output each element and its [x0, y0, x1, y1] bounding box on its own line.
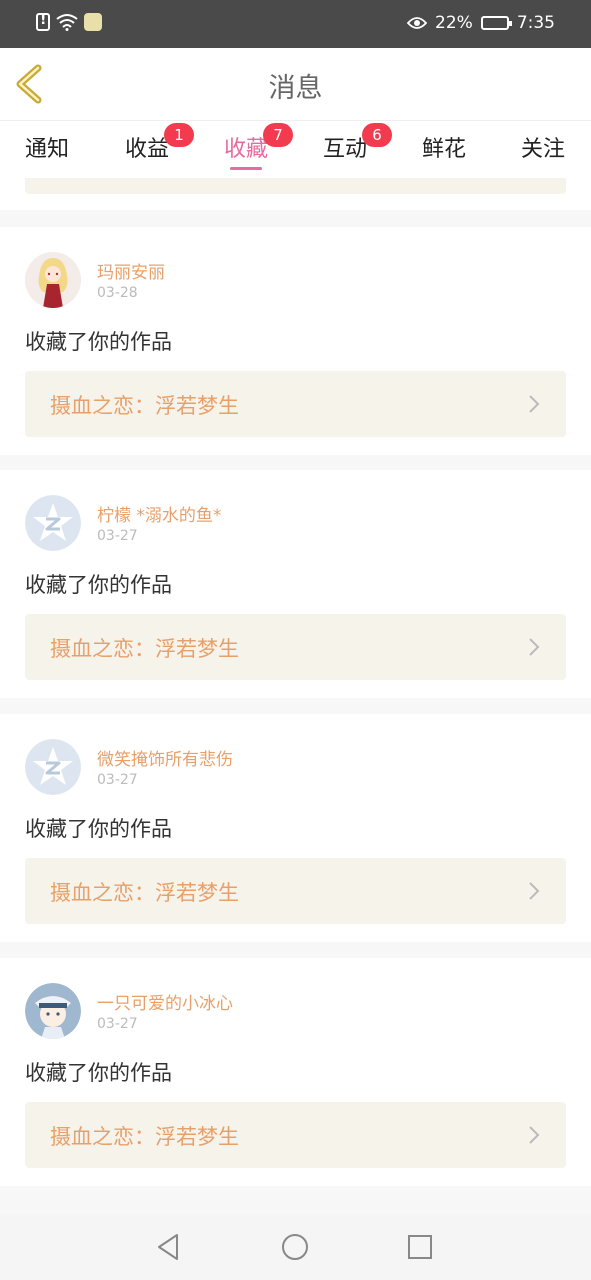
username[interactable]: 一只可爱的小冰心 [97, 989, 233, 1014]
avatar[interactable] [25, 495, 81, 551]
message-list: 玛丽安丽 03-28 收藏了你的作品 摄血之恋：浮若梦生 柠檬 *溺水的鱼* 0… [0, 178, 591, 1214]
username[interactable]: 柠檬 *溺水的鱼* [97, 501, 221, 526]
tab-favorites[interactable]: 收藏 7 [196, 123, 296, 170]
battery-percent: 22% [435, 13, 473, 33]
work-link[interactable]: 摄血之恋：浮若梦生 [25, 614, 566, 680]
back-triangle-icon[interactable] [153, 1231, 185, 1263]
list-item: 玛丽安丽 03-28 收藏了你的作品 摄血之恋：浮若梦生 [0, 227, 591, 455]
username[interactable]: 玛丽安丽 [97, 258, 165, 283]
date: 03-27 [97, 772, 138, 788]
badge-interactions: 6 [362, 123, 392, 147]
chevron-right-icon [529, 1126, 540, 1144]
active-tab-indicator [230, 167, 262, 170]
work-title: 摄血之恋：浮若梦生 [50, 1125, 239, 1149]
date: 03-27 [97, 1016, 138, 1032]
list-item: 微笑掩饰所有悲伤 03-27 收藏了你的作品 摄血之恋：浮若梦生 [0, 714, 591, 942]
action-text: 收藏了你的作品 [25, 817, 172, 841]
username[interactable]: 微笑掩饰所有悲伤 [97, 745, 233, 770]
work-link[interactable]: 摄血之恋：浮若梦生 [25, 858, 566, 924]
date: 03-28 [97, 285, 138, 301]
chevron-right-icon [529, 882, 540, 900]
work-link[interactable]: 摄血之恋：浮若梦生 [25, 371, 566, 437]
work-title: 摄血之恋：浮若梦生 [50, 394, 239, 418]
tab-earnings[interactable]: 收益 1 [97, 123, 197, 163]
tab-notifications[interactable]: 通知 [0, 131, 97, 163]
chevron-right-icon [529, 395, 540, 413]
battery-icon [480, 16, 512, 30]
chevron-right-icon [529, 638, 540, 656]
action-text: 收藏了你的作品 [25, 1061, 172, 1085]
badge-favorites: 7 [263, 123, 293, 147]
notification-app-icon [84, 13, 102, 31]
recents-square-icon[interactable] [404, 1231, 436, 1263]
tab-flowers[interactable]: 鲜花 [394, 131, 494, 163]
system-nav-bar [0, 1214, 591, 1280]
status-bar: 22% 7:35 [0, 0, 591, 48]
partial-card [0, 178, 591, 210]
home-circle-icon[interactable] [279, 1231, 311, 1263]
badge-earnings: 1 [164, 123, 194, 147]
avatar[interactable] [25, 739, 81, 795]
tab-interactions[interactable]: 互动 6 [295, 123, 395, 163]
list-item: 柠檬 *溺水的鱼* 03-27 收藏了你的作品 摄血之恋：浮若梦生 [0, 470, 591, 698]
work-title: 摄血之恋：浮若梦生 [50, 637, 239, 661]
action-text: 收藏了你的作品 [25, 330, 172, 354]
tab-follows[interactable]: 关注 [493, 131, 591, 163]
tab-bar: 通知 收益 1 收藏 7 互动 6 鲜花 关注 [0, 120, 591, 179]
date: 03-27 [97, 528, 138, 544]
eye-icon [407, 17, 428, 29]
action-text: 收藏了你的作品 [25, 573, 172, 597]
work-link[interactable]: 摄血之恋：浮若梦生 [25, 1102, 566, 1168]
clock: 7:35 [516, 13, 555, 33]
wifi-icon [56, 14, 78, 31]
alert-icon [36, 12, 50, 31]
page-title: 消息 [268, 73, 323, 104]
list-item: 一只可爱的小冰心 03-27 收藏了你的作品 摄血之恋：浮若梦生 [0, 958, 591, 1186]
work-title: 摄血之恋：浮若梦生 [50, 881, 239, 905]
header: 消息 [0, 48, 591, 120]
avatar[interactable] [25, 983, 81, 1039]
avatar[interactable] [25, 252, 81, 308]
